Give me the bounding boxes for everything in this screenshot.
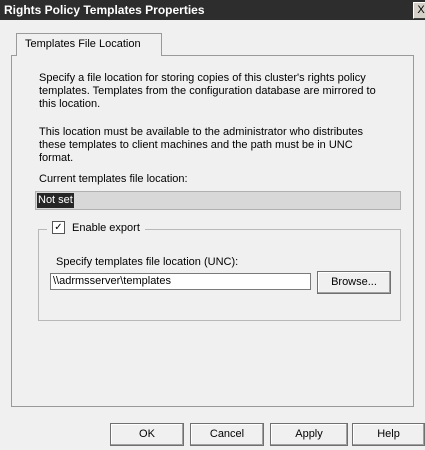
title-bar: Rights Policy Templates Properties X — [0, 0, 425, 20]
help-button[interactable]: Help — [352, 423, 425, 446]
description-location: Specify a file location for storing copi… — [39, 72, 376, 110]
current-location-value: Not set — [37, 193, 74, 208]
window-title: Rights Policy Templates Properties — [4, 3, 205, 17]
description-unc: This location must be available to the a… — [39, 126, 364, 164]
cancel-button[interactable]: Cancel — [190, 423, 264, 446]
current-location-label: Current templates file location: — [39, 173, 188, 185]
current-location-field: Not set — [35, 191, 401, 210]
tab-label: Templates File Location — [25, 38, 141, 50]
tab-templates-file-location[interactable]: Templates File Location — [16, 33, 162, 56]
browse-button[interactable]: Browse... — [317, 271, 391, 294]
apply-button[interactable]: Apply — [270, 423, 348, 446]
unc-path-input[interactable]: \\adrmsserver\templates — [50, 273, 311, 290]
checkmark-icon[interactable]: ✓ — [52, 221, 65, 234]
close-icon[interactable]: X — [413, 2, 425, 19]
enable-export-label: Enable export — [72, 221, 140, 234]
ok-button[interactable]: OK — [110, 423, 184, 446]
enable-export-checkbox[interactable]: ✓ Enable export — [47, 221, 145, 234]
unc-location-label: Specify templates file location (UNC): — [56, 256, 239, 268]
